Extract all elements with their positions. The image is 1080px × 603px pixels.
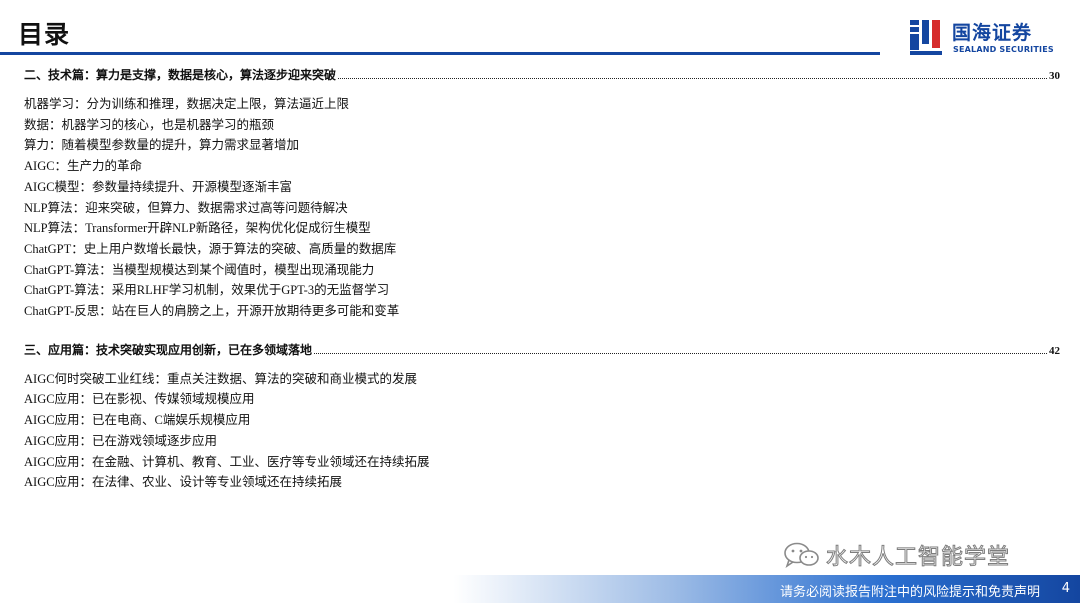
toc-item[interactable]: ChatGPT-反思：站在巨人的肩膀之上，开源开放期待更多可能和变革	[24, 301, 1060, 322]
toc-item[interactable]: AIGC何时突破工业红线：重点关注数据、算法的突破和商业模式的发展	[24, 369, 1060, 390]
toc-item[interactable]: AIGC模型：参数量持续提升、开源模型逐渐丰富	[24, 177, 1060, 198]
toc-page-number: 42	[1049, 344, 1060, 357]
toc-section-heading[interactable]: 二、技术篇：算力是支撑，数据是核心，算法逐步迎来突破 30	[24, 66, 1060, 84]
toc-item[interactable]: 算力：随着模型参数量的提升，算力需求显著增加	[24, 135, 1060, 156]
toc-item[interactable]: ChatGPT-算法：采用RLHF学习机制，效果优于GPT-3的无监督学习	[24, 280, 1060, 301]
footer-bar: 请务必阅读报告附注中的风险提示和免责声明 4	[0, 575, 1080, 603]
toc-section-title: 三、应用篇：技术突破实现应用创新，已在多领域落地	[24, 342, 313, 357]
wechat-icon	[784, 542, 819, 568]
toc-item-list: AIGC何时突破工业红线：重点关注数据、算法的突破和商业模式的发展 AIGC应用…	[24, 369, 1060, 493]
sealand-logo-icon	[910, 20, 942, 55]
toc-item[interactable]: 机器学习：分为训练和推理，数据决定上限，算法逼近上限	[24, 94, 1060, 115]
toc-item[interactable]: ChatGPT：史上用户数增长最快，源于算法的突破、高质量的数据库	[24, 239, 1060, 260]
footer-disclaimer: 请务必阅读报告附注中的风险提示和免责声明	[779, 585, 1040, 600]
dot-leader	[338, 78, 1047, 79]
page-title: 目录	[18, 20, 71, 49]
toc-item[interactable]: AIGC应用：已在影视、传媒领域规模应用	[24, 389, 1060, 410]
toc-section-title: 二、技术篇：算力是支撑，数据是核心，算法逐步迎来突破	[24, 68, 337, 82]
toc-item[interactable]: NLP算法：Transformer开辟NLP新路径，架构优化促成衍生模型	[24, 218, 1060, 239]
table-of-contents: 二、技术篇：算力是支撑，数据是核心，算法逐步迎来突破 30 机器学习：分为训练和…	[24, 66, 1060, 493]
toc-item[interactable]: AIGC应用：已在游戏领域逐步应用	[24, 431, 1060, 452]
dot-leader	[314, 352, 1047, 354]
toc-page-number: 30	[1049, 70, 1060, 82]
logo-english-name: SEALAND SECURITIES	[953, 45, 1054, 54]
toc-section-heading[interactable]: 三、应用篇：技术突破实现应用创新，已在多领域落地 42	[24, 341, 1060, 359]
toc-item[interactable]: AIGC应用：在法律、农业、设计等专业领域还在持续拓展	[24, 472, 1060, 493]
watermark-text: 水木人工智能学堂	[825, 545, 1011, 571]
footer-page-number: 4	[1061, 581, 1070, 596]
logo-chinese-name: 国海证券	[952, 22, 1033, 44]
page-header: 目录 国海证券 SEALAND SECURITIES	[0, 0, 1080, 62]
watermark: 水木人工智能学堂	[782, 540, 1011, 571]
toc-item-list: 机器学习：分为训练和推理，数据决定上限，算法逼近上限 数据：机器学习的核心，也是…	[24, 94, 1060, 322]
toc-item[interactable]: ChatGPT-算法：当模型规模达到某个阈值时，模型出现涌现能力	[24, 260, 1060, 281]
toc-item[interactable]: AIGC：生产力的革命	[24, 156, 1060, 177]
toc-item[interactable]: 数据：机器学习的核心，也是机器学习的瓶颈	[24, 115, 1060, 136]
company-logo: 国海证券 SEALAND SECURITIES	[908, 18, 1058, 58]
toc-item[interactable]: AIGC应用：已在电商、C端娱乐规模应用	[24, 410, 1060, 431]
header-divider	[0, 52, 880, 55]
toc-item[interactable]: NLP算法：迎来突破，但算力、数据需求过高等问题待解决	[24, 198, 1060, 219]
toc-item[interactable]: AIGC应用：在金融、计算机、教育、工业、医疗等专业领域还在持续拓展	[24, 452, 1060, 473]
